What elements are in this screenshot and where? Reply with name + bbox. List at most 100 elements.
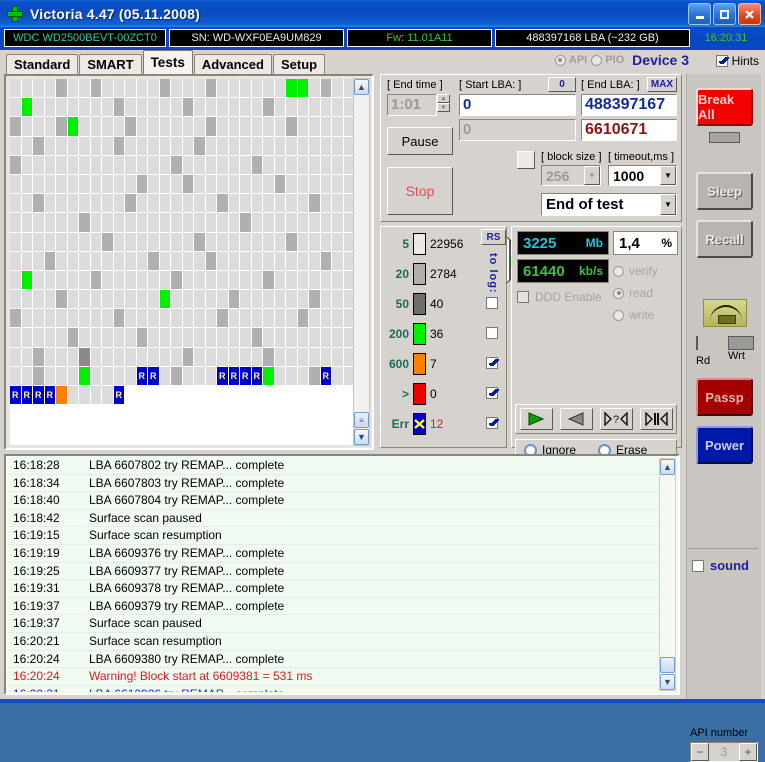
log-scroll-down-icon[interactable]: ▼ xyxy=(660,674,675,690)
device-name: Device 3 xyxy=(632,52,689,68)
log-line[interactable]: 16:19:37 Surface scan paused xyxy=(7,615,659,633)
log-scrollbar-thumb[interactable] xyxy=(660,657,675,673)
log-scrollbar[interactable]: ▲ ▼ xyxy=(659,458,676,691)
scan-cell xyxy=(136,405,148,425)
log-line[interactable]: 16:18:42 Surface scan paused xyxy=(7,510,659,528)
butterfly-scan-button[interactable] xyxy=(639,408,673,430)
scan-cell xyxy=(90,232,102,252)
log-panel[interactable]: 16:18:28 LBA 6607802 try REMAP... complet… xyxy=(4,454,680,695)
log-line[interactable]: 16:20:31LBA 6610926 try REMAP... complet… xyxy=(7,686,659,692)
log-line[interactable]: 16:18:34 LBA 6607803 try REMAP... complet… xyxy=(7,475,659,493)
start-lba-zero-button[interactable]: 0 xyxy=(548,77,576,92)
scan-map-canvas[interactable]: RRRRRRRRRRRR xyxy=(10,79,355,445)
stop-button[interactable]: Stop xyxy=(387,167,453,215)
api-decrement-button[interactable]: − xyxy=(691,743,709,761)
stat-log-checkbox[interactable] xyxy=(486,387,498,399)
scan-cell xyxy=(251,386,263,406)
stat-log-checkbox[interactable] xyxy=(486,357,498,369)
tab-setup[interactable]: Setup xyxy=(272,54,326,74)
log-line[interactable]: 16:19:31 LBA 6609378 try REMAP... complet… xyxy=(7,580,659,598)
block-size-select[interactable]: 256 ▼ xyxy=(541,165,601,186)
log-line[interactable]: 16:18:40 LBA 6607804 try REMAP... complet… xyxy=(7,492,659,510)
scroll-down-icon[interactable]: ▼ xyxy=(354,429,369,445)
sleep-button[interactable]: Sleep xyxy=(696,172,753,210)
drive-model: WDC WD2500BEVT-00ZCT0 xyxy=(4,29,166,47)
log-line[interactable]: 16:20:24 Warning! Block start at 6609381 … xyxy=(7,668,659,686)
tab-advanced[interactable]: Advanced xyxy=(193,54,272,74)
scan-cell xyxy=(90,98,102,118)
passport-button[interactable]: Passp xyxy=(696,378,753,416)
scan-cell xyxy=(67,194,79,214)
maximize-button[interactable] xyxy=(713,3,736,25)
log-line[interactable]: 16:18:28 LBA 6607802 try REMAP... complet… xyxy=(7,457,659,475)
log-scroll-up-icon[interactable]: ▲ xyxy=(660,459,675,475)
timeout-select[interactable]: 1000 ▼ xyxy=(608,165,677,186)
ddd-enable-toggle[interactable]: DDD Enable xyxy=(517,290,602,304)
log-time: 16:19:15 xyxy=(13,528,60,543)
scan-forward-button[interactable] xyxy=(519,408,553,430)
random-scan-button[interactable]: ? xyxy=(599,408,633,430)
radio-pio[interactable]: PIO xyxy=(591,54,624,66)
scan-cell xyxy=(240,251,252,271)
break-all-button[interactable]: Break All xyxy=(696,88,753,126)
scrollbar-thumb[interactable]: ≡ xyxy=(354,412,369,428)
surface-scan-map[interactable]: RRRRRRRRRRRR ▲ ≡ ▼ xyxy=(4,74,374,450)
mode-verify[interactable]: verify xyxy=(613,260,691,282)
power-button[interactable]: Power xyxy=(696,426,753,464)
end-time-spinner[interactable]: ▲ ▼ xyxy=(437,94,450,112)
start-lba-input[interactable]: 0 xyxy=(459,94,576,116)
scan-map-grid[interactable]: RRRRRRRRRRRR xyxy=(10,79,355,444)
scan-cell xyxy=(10,136,22,156)
stat-log-checkbox[interactable] xyxy=(486,417,498,429)
minimize-button[interactable] xyxy=(688,3,711,25)
scroll-up-icon[interactable]: ▲ xyxy=(354,79,369,95)
log-line[interactable]: 16:19:19 LBA 6609376 try REMAP... complet… xyxy=(7,545,659,563)
radio-api[interactable]: API xyxy=(554,54,587,66)
stat-log-checkbox[interactable] xyxy=(486,297,498,309)
scan-cell xyxy=(217,194,229,214)
log-line[interactable]: 16:19:25 LBA 6609377 try REMAP... complet… xyxy=(7,563,659,581)
pause-button[interactable]: Pause xyxy=(387,127,453,155)
log-line[interactable]: 16:20:24 LBA 6609380 try REMAP... complet… xyxy=(7,651,659,669)
api-increment-button[interactable]: + xyxy=(739,743,757,761)
hints-toggle[interactable]: Hints xyxy=(715,54,759,68)
end-action-select[interactable]: End of test ▼ xyxy=(541,193,677,216)
scan-cell xyxy=(44,347,56,367)
close-icon[interactable] xyxy=(738,3,761,25)
log-line[interactable]: 16:20:21 Surface scan resumption xyxy=(7,633,659,651)
scan-cell xyxy=(67,347,79,367)
tab-standard[interactable]: Standard xyxy=(6,54,79,74)
scan-cell xyxy=(263,328,275,348)
extra-toggle-button[interactable] xyxy=(517,151,535,169)
mode-write[interactable]: write xyxy=(613,304,691,326)
chevron-down-icon: ▼ xyxy=(584,166,600,185)
tab-smart[interactable]: SMART xyxy=(79,54,142,74)
scan-map-scrollbar[interactable]: ▲ ≡ ▼ xyxy=(353,78,370,446)
mode-read[interactable]: read xyxy=(613,282,691,304)
stat-log-checkbox[interactable] xyxy=(486,327,498,339)
end-lba-input[interactable]: 488397167 xyxy=(581,94,677,116)
log-line[interactable]: 16:19:15 Surface scan resumption xyxy=(7,527,659,545)
end-lba-max-button[interactable]: MAX xyxy=(647,77,677,92)
scan-cell xyxy=(217,251,229,271)
sound-toggle[interactable]: sound xyxy=(692,558,749,573)
log-line[interactable]: 16:19:37 LBA 6609379 try REMAP... complet… xyxy=(7,598,659,616)
scan-backward-button[interactable] xyxy=(559,408,593,430)
recall-button[interactable]: Recall xyxy=(696,220,753,258)
drive-serial: SN: WD-WXF0EA9UM829 xyxy=(169,29,344,47)
scan-cell xyxy=(159,424,171,444)
tab-tests[interactable]: Tests xyxy=(142,50,193,74)
scan-cell xyxy=(171,405,183,425)
scan-cell xyxy=(205,98,217,118)
scan-cell xyxy=(79,136,91,156)
scan-cell xyxy=(136,155,148,175)
scan-cell xyxy=(33,98,45,118)
log-list[interactable]: 16:18:28 LBA 6607802 try REMAP... complet… xyxy=(7,457,659,692)
api-number-stepper[interactable]: − 3 + xyxy=(690,742,758,762)
block-size-label: [ block size ] xyxy=(541,151,602,163)
scan-cell xyxy=(90,117,102,137)
analog-gauge-icon xyxy=(703,299,747,327)
scan-cell xyxy=(297,174,309,195)
scan-cell xyxy=(205,136,217,156)
rs-button[interactable]: RS xyxy=(481,229,506,245)
